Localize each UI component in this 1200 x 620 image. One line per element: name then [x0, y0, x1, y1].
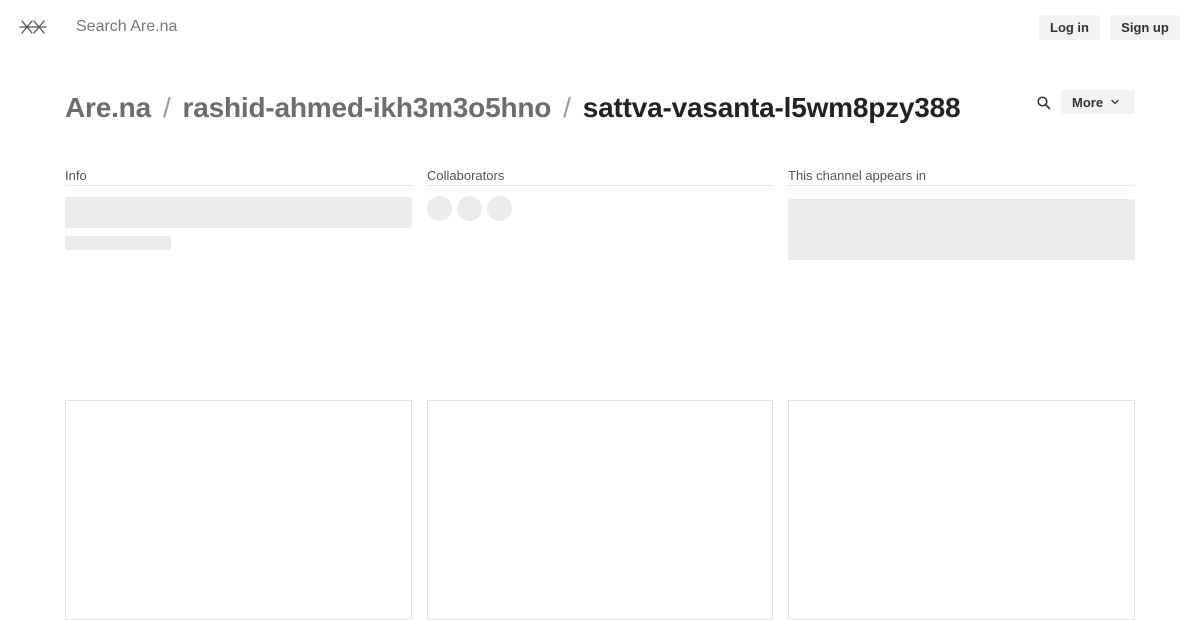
block-card[interactable]	[65, 400, 412, 620]
login-button[interactable]: Log in	[1039, 15, 1100, 40]
breadcrumb-user-link[interactable]: rashid-ahmed-ikh3m3o5hno	[183, 92, 552, 124]
chevron-down-icon	[1111, 99, 1119, 105]
search-input[interactable]	[66, 13, 466, 41]
block-card[interactable]	[788, 400, 1135, 620]
info-loading-placeholder	[65, 197, 412, 228]
appears-in-loading-placeholder	[788, 199, 1135, 260]
search-icon[interactable]	[1036, 95, 1052, 111]
top-bar: Log in Sign up	[0, 0, 1200, 56]
breadcrumb-root-link[interactable]: Are.na	[65, 92, 151, 124]
channel-title: sattva-vasanta-l5wm8pzy388	[582, 92, 961, 123]
breadcrumb-separator: /	[563, 92, 571, 123]
section-heading-appears-in: This channel appears in	[788, 168, 1135, 186]
info-section: Info	[65, 168, 412, 268]
avatar[interactable]	[457, 196, 482, 221]
section-heading-collaborators: Collaborators	[427, 168, 773, 186]
block-card[interactable]	[427, 400, 773, 620]
arena-logo-icon[interactable]	[18, 16, 48, 38]
more-button[interactable]: More	[1061, 90, 1135, 114]
avatar[interactable]	[427, 196, 452, 221]
info-loading-placeholder-small	[65, 236, 171, 250]
avatar[interactable]	[487, 196, 512, 221]
signup-button[interactable]: Sign up	[1110, 15, 1180, 40]
more-button-label: More	[1072, 94, 1104, 110]
breadcrumb: Are.na / rashid-ahmed-ikh3m3o5hno / satt…	[65, 88, 961, 128]
appears-in-section: This channel appears in	[788, 168, 1135, 268]
collaborators-section: Collaborators	[427, 168, 773, 268]
section-heading-info: Info	[65, 168, 412, 186]
breadcrumb-separator: /	[162, 92, 171, 123]
